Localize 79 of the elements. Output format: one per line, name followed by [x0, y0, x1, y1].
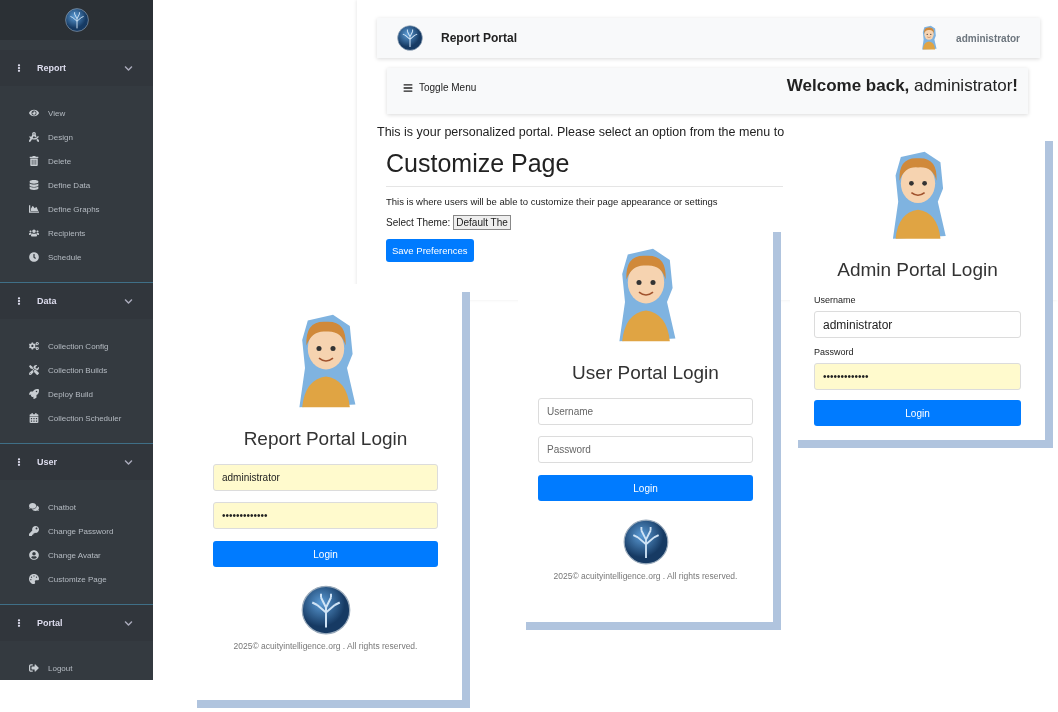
- tree-logo-icon: [300, 585, 351, 635]
- section-header[interactable]: Report: [0, 50, 153, 86]
- username-field[interactable]: administrator: [814, 311, 1021, 339]
- section-title: User: [37, 457, 58, 467]
- section-title: Data: [37, 296, 58, 306]
- compass-icon: [28, 132, 39, 142]
- eye-icon: [28, 108, 39, 118]
- copyright-text: 2025© acuityintelligence.org . All rights reserved.: [233, 641, 418, 651]
- sidebar-item[interactable]: Change Avatar: [0, 543, 153, 567]
- section-title: Portal: [37, 618, 64, 628]
- section-header[interactable]: User: [0, 444, 153, 480]
- section-title: Report: [37, 63, 67, 73]
- sidebar-item[interactable]: Collection Builds: [0, 358, 153, 382]
- theme-select[interactable]: Default The: [453, 215, 511, 230]
- sidebar-item[interactable]: Logout: [0, 656, 153, 680]
- kebab-icon: [15, 64, 23, 72]
- theme-label: Select Theme:: [386, 217, 451, 228]
- sidebar-item[interactable]: Collection Scheduler: [0, 406, 153, 430]
- sidebar-item[interactable]: Schedule: [0, 245, 153, 269]
- users-icon: [28, 228, 39, 238]
- password-field[interactable]: •••••••••••••: [213, 502, 438, 529]
- gears-icon: [28, 341, 39, 351]
- sidebar-item[interactable]: Define Graphs: [0, 197, 153, 221]
- username-field[interactable]: administrator: [213, 464, 438, 491]
- field-label: Username: [814, 295, 857, 306]
- palette-icon: [28, 574, 39, 584]
- kebab-icon: [15, 619, 23, 627]
- chevron-down-icon: [124, 618, 133, 628]
- clock-icon: [28, 252, 39, 262]
- kebab-icon: [15, 297, 23, 305]
- avatar-drawing: [920, 25, 939, 51]
- rocket-icon: [28, 389, 39, 399]
- sidebar-item[interactable]: Define Data: [0, 173, 153, 197]
- chat-bubbles-icon: [28, 502, 39, 512]
- database-icon: [28, 180, 39, 190]
- key-icon: [28, 526, 39, 536]
- tree-logo-icon: [64, 8, 89, 32]
- intro-text: This is your personalized portal. Please select an option from the menu to: [377, 125, 786, 139]
- toggle-menu-button[interactable]: Toggle Menu: [403, 82, 477, 93]
- logout-icon: [28, 663, 39, 673]
- chevron-down-icon: [124, 63, 133, 73]
- description-text: This is where users will be able to customize their page appearance or settings: [386, 196, 719, 207]
- login-button[interactable]: Login: [814, 400, 1021, 427]
- trash-icon: [28, 156, 39, 166]
- calendar-icon: [28, 413, 39, 423]
- section-header[interactable]: Data: [0, 283, 153, 319]
- sidebar-item[interactable]: Delete: [0, 149, 153, 173]
- sidebar-item[interactable]: Chatbot: [0, 495, 153, 519]
- sidebar-item[interactable]: Change Password: [0, 519, 153, 543]
- password-field[interactable]: •••••••••••••: [814, 363, 1021, 391]
- section-header[interactable]: Portal: [0, 605, 153, 641]
- sidebar-item[interactable]: View: [0, 101, 153, 125]
- sidebar-item[interactable]: Design: [0, 125, 153, 149]
- tree-logo-icon: [397, 25, 423, 51]
- user-name[interactable]: administrator: [956, 32, 1020, 44]
- kebab-icon: [15, 458, 23, 466]
- username-field[interactable]: Username: [538, 398, 753, 425]
- tree-logo-icon: [622, 519, 669, 565]
- sidebar-item[interactable]: Customize Page: [0, 567, 153, 591]
- sidebar-item[interactable]: Recipients: [0, 221, 153, 245]
- password-field[interactable]: Password: [538, 436, 753, 463]
- save-preferences-button[interactable]: Save Preferences: [386, 239, 474, 262]
- portal-title: Report Portal: [441, 31, 518, 45]
- chevron-down-icon: [124, 457, 133, 467]
- menu-icon: [403, 82, 413, 93]
- login-title: Admin Portal Login: [837, 259, 998, 282]
- login-button[interactable]: Login: [538, 475, 753, 501]
- copyright-text: 2025© acuityintelligence.org . All rights reserved.: [553, 571, 738, 581]
- area-chart-icon: [28, 204, 39, 214]
- tools-icon: [28, 365, 39, 375]
- login-button[interactable]: Login: [213, 541, 438, 567]
- sidebar-item[interactable]: Deploy Build: [0, 382, 153, 406]
- sidebar-item[interactable]: Collection Config: [0, 334, 153, 358]
- page-heading: Customize Page: [386, 149, 783, 187]
- welcome-text: Welcome back, administrator!: [786, 76, 1018, 96]
- chevron-down-icon: [124, 296, 133, 306]
- login-title: Report Portal Login: [243, 428, 408, 450]
- field-label: Password: [814, 347, 855, 358]
- login-title: User Portal Login: [572, 362, 719, 384]
